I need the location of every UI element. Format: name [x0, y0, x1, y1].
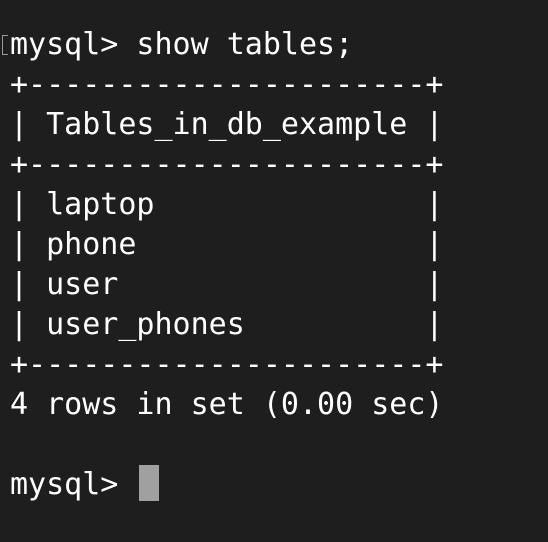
table-border-top: +----------------------+	[10, 67, 444, 102]
table-border-bottom: +----------------------+	[10, 347, 444, 382]
terminal-window[interactable]: mysql> show tables; +-------------------…	[0, 0, 548, 542]
result-summary: 4 rows in set (0.00 sec)	[10, 387, 444, 422]
prompt: mysql>	[10, 467, 137, 502]
table-row-user: | user |	[10, 267, 444, 302]
table-border-header: +----------------------+	[10, 147, 444, 182]
input-line[interactable]: mysql>	[10, 464, 548, 505]
table-row-user-phones: | user_phones |	[10, 307, 444, 342]
command-line: mysql> show tables;	[10, 27, 354, 62]
text-cursor[interactable]	[139, 464, 160, 501]
table-row-laptop: | laptop |	[10, 187, 444, 222]
command-marker-icon	[2, 35, 8, 55]
table-row-phone: | phone |	[10, 227, 444, 262]
table-header: | Tables_in_db_example |	[10, 107, 444, 142]
